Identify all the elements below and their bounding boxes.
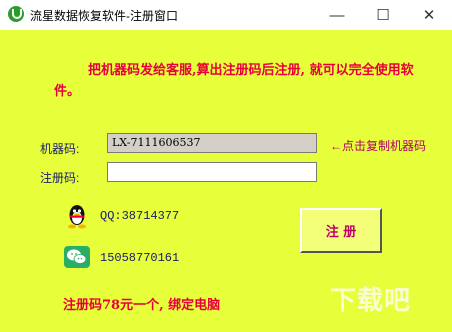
register-code-input[interactable]: [107, 162, 317, 182]
title-bar: 流星数据恢复软件-注册窗口 — ☐ ✕: [0, 0, 452, 30]
qq-number: QQ:38714377: [100, 209, 180, 223]
wechat-icon: [64, 246, 90, 268]
register-button[interactable]: 注 册: [300, 208, 382, 253]
maximize-button[interactable]: ☐: [360, 0, 406, 30]
close-button[interactable]: ✕: [406, 0, 452, 30]
window-title: 流星数据恢复软件-注册窗口: [30, 9, 178, 23]
machine-code-field[interactable]: LX-7111606537: [107, 133, 317, 153]
site-watermark: 下载吧: [330, 286, 412, 316]
minimize-button[interactable]: —: [314, 0, 360, 30]
qq-icon: [68, 205, 86, 229]
registration-window: 流星数据恢复软件-注册窗口 — ☐ ✕ 把机器码发给客服,算出注册码后注册, 就…: [0, 0, 452, 332]
app-icon: [8, 6, 24, 22]
copy-machine-code-link[interactable]: ←点击复制机器码: [330, 137, 426, 154]
phone-number: 15058770161: [100, 251, 180, 265]
registration-notice: 把机器码发给客服,算出注册码后注册, 就可以完全使用软件。: [54, 63, 414, 99]
register-code-label: 注册码:: [40, 171, 80, 185]
price-note: 注册码78元一个, 绑定电脑: [63, 298, 221, 313]
machine-code-label: 机器码:: [40, 142, 80, 156]
